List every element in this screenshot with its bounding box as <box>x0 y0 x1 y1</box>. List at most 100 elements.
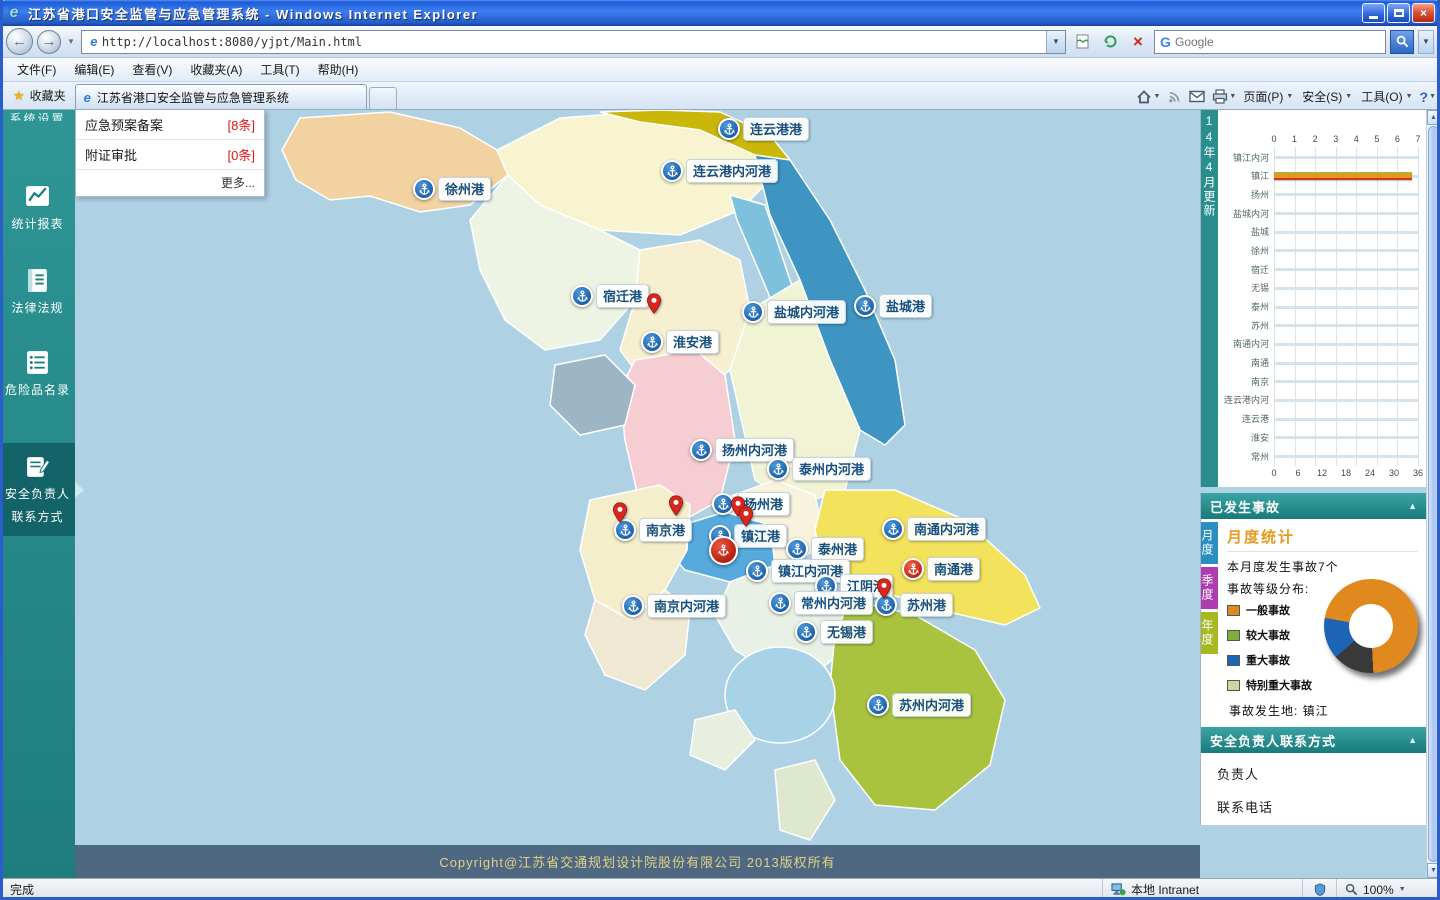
chart-row: 扬州 <box>1218 187 1418 201</box>
url-input[interactable] <box>102 31 1046 53</box>
mail-button[interactable] <box>1189 90 1205 103</box>
stop-icon: × <box>1133 32 1143 52</box>
chart-category-label: 常州 <box>1218 450 1274 463</box>
chart-category-label: 南京 <box>1218 375 1274 388</box>
chart-category-label: 连云港内河 <box>1218 393 1274 406</box>
sidebar-item-hazmat[interactable]: 危险品名录 <box>0 339 75 409</box>
port-marker[interactable]: 连云港内河港 <box>661 159 778 183</box>
location-pin-icon[interactable] <box>612 502 628 528</box>
accident-tab-quarterly[interactable]: 季度 <box>1201 567 1218 609</box>
location-pin-icon[interactable] <box>738 506 754 532</box>
port-marker[interactable]: 南通内河港 <box>882 517 986 541</box>
collapse-arrow-icon[interactable]: ▲ <box>1408 501 1418 511</box>
sidebar-item-system-settings[interactable]: 系统设置 <box>0 110 75 121</box>
scroll-down-icon[interactable]: ▼ <box>1427 863 1440 878</box>
feeds-button[interactable] <box>1167 89 1182 104</box>
chart-category-label: 淮安 <box>1218 431 1274 444</box>
quick-panel-row[interactable]: 附证审批[0条] <box>76 140 264 170</box>
menu-item[interactable]: 文件(F) <box>8 58 65 81</box>
menu-item[interactable]: 工具(T) <box>251 58 308 81</box>
accident-tab-yearly[interactable]: 年度 <box>1201 612 1218 654</box>
port-marker[interactable]: 苏州内河港 <box>867 693 971 717</box>
menu-item[interactable]: 编辑(E) <box>65 58 123 81</box>
location-pin-icon[interactable] <box>876 578 892 604</box>
search-button[interactable] <box>1390 30 1414 54</box>
url-dropdown-icon[interactable]: ▼ <box>1046 31 1065 53</box>
chart-row: 泰州 <box>1218 300 1418 314</box>
menu-item[interactable]: 收藏夹(A) <box>181 58 251 81</box>
chart-row: 连云港 <box>1218 412 1418 426</box>
home-icon <box>1136 89 1152 105</box>
map-region-south-b[interactable] <box>775 760 835 840</box>
new-tab-button[interactable] <box>369 87 397 109</box>
refresh-button[interactable] <box>1098 30 1122 54</box>
sidebar-item-laws[interactable]: 法律法规 <box>0 257 75 327</box>
toolbar-button[interactable]: 工具(O)▼ <box>1361 88 1412 105</box>
port-marker[interactable]: 泰州内河港 <box>767 457 871 481</box>
chevron-down-icon: ▼ <box>1345 93 1352 100</box>
chart-icon <box>24 183 51 210</box>
port-marker[interactable]: 泰州港 <box>786 537 864 561</box>
title-bar: e 江苏省港口安全监管与应急管理系统 - Windows Internet Ex… <box>0 0 1440 26</box>
scrollbar-thumb[interactable] <box>1428 126 1439 862</box>
port-marker[interactable]: 徐州港 <box>413 177 491 201</box>
search-input[interactable] <box>1175 35 1385 49</box>
quick-panel-row[interactable]: 应急预案备案[8条] <box>76 110 264 140</box>
port-marker[interactable]: 淮安港 <box>641 330 719 354</box>
star-icon: ★ <box>13 88 25 104</box>
copyright-footer: Copyright@江苏省交通规划设计院股份有限公司 2013版权所有 <box>75 845 1200 878</box>
menu-bar: 文件(F)编辑(E)查看(V)收藏夹(A)工具(T)帮助(H) <box>0 58 1440 82</box>
chart-row: 镇江内河 <box>1218 150 1418 164</box>
back-button[interactable]: ← <box>6 28 33 55</box>
toolbar-button[interactable]: 安全(S)▼ <box>1302 88 1352 105</box>
quick-panel-label: 应急预案备案 <box>85 115 163 134</box>
accidents-panel-header[interactable]: 已发生事故 ▲ <box>1200 493 1426 519</box>
accident-marker-icon[interactable] <box>709 536 738 565</box>
location-pin-icon[interactable] <box>668 495 684 521</box>
location-pin-icon[interactable] <box>646 293 662 319</box>
port-marker[interactable]: 常州内河港 <box>769 591 873 615</box>
port-marker[interactable]: 无锡港 <box>795 620 873 644</box>
chart-category-label: 泰州 <box>1218 300 1274 313</box>
quick-panel-count: [0条] <box>228 145 255 164</box>
port-label: 南通内河港 <box>907 517 986 541</box>
sidebar-item-label: 危险品名录 <box>5 381 70 399</box>
port-marker[interactable]: 盐城港 <box>854 294 932 318</box>
chart-bar-area <box>1274 262 1418 276</box>
compatibility-view-icon[interactable] <box>1070 30 1094 54</box>
forward-button[interactable]: → <box>37 30 61 54</box>
map-area[interactable]: 连云港港连云港内河港徐州港宿迁港盐城内河港盐城港淮安港扬州内河港泰州内河港扬州港… <box>75 110 1200 878</box>
accident-tab-monthly[interactable]: 月度 <box>1201 522 1218 564</box>
collapse-arrow-icon[interactable]: ▲ <box>1408 735 1418 745</box>
zoom-control[interactable]: 100% ▼ <box>1336 879 1440 900</box>
port-marker[interactable]: 盐城内河港 <box>742 300 846 324</box>
favorites-button[interactable]: ★ 收藏夹 <box>4 82 75 109</box>
menu-item[interactable]: 查看(V) <box>123 58 181 81</box>
axis-tick-label: 18 <box>1341 468 1351 478</box>
contact-panel-header[interactable]: 安全负责人联系方式 ▲ <box>1200 727 1426 753</box>
more-link[interactable]: 更多... <box>76 170 264 196</box>
sidebar-item-contacts[interactable]: 安全负责人联系方式 <box>0 443 75 536</box>
close-button[interactable]: × <box>1412 3 1435 23</box>
home-button[interactable]: ▼ <box>1136 89 1160 105</box>
maximize-button[interactable] <box>1387 3 1410 23</box>
port-marker[interactable]: 连云港港 <box>718 117 809 141</box>
contact-row: 联系电话 <box>1217 797 1410 816</box>
minimize-button[interactable] <box>1362 3 1385 23</box>
chart-row: 无锡 <box>1218 281 1418 295</box>
menu-item[interactable]: 帮助(H) <box>309 58 368 81</box>
stop-button[interactable]: × <box>1126 30 1150 54</box>
vertical-scrollbar[interactable]: ▲ ▼ <box>1426 110 1440 878</box>
scroll-up-icon[interactable]: ▲ <box>1427 110 1440 125</box>
toolbar-button[interactable]: 页面(P)▼ <box>1243 88 1293 105</box>
port-marker[interactable]: 宿迁港 <box>571 284 649 308</box>
tab-main[interactable]: e 江苏省港口安全监管与应急管理系统 <box>75 84 367 109</box>
port-marker[interactable]: 南京内河港 <box>622 594 726 618</box>
axis-tick-label: 3 <box>1333 134 1338 144</box>
help-button[interactable]: ?▼ <box>1420 89 1437 105</box>
sidebar-item-stats[interactable]: 统计报表 <box>0 173 75 243</box>
history-dropdown-icon[interactable]: ▼ <box>65 37 77 46</box>
print-button[interactable]: ▼ <box>1212 89 1236 104</box>
search-dropdown-icon[interactable]: ▼ <box>1418 30 1434 54</box>
port-marker[interactable]: 南通港 <box>902 557 980 581</box>
